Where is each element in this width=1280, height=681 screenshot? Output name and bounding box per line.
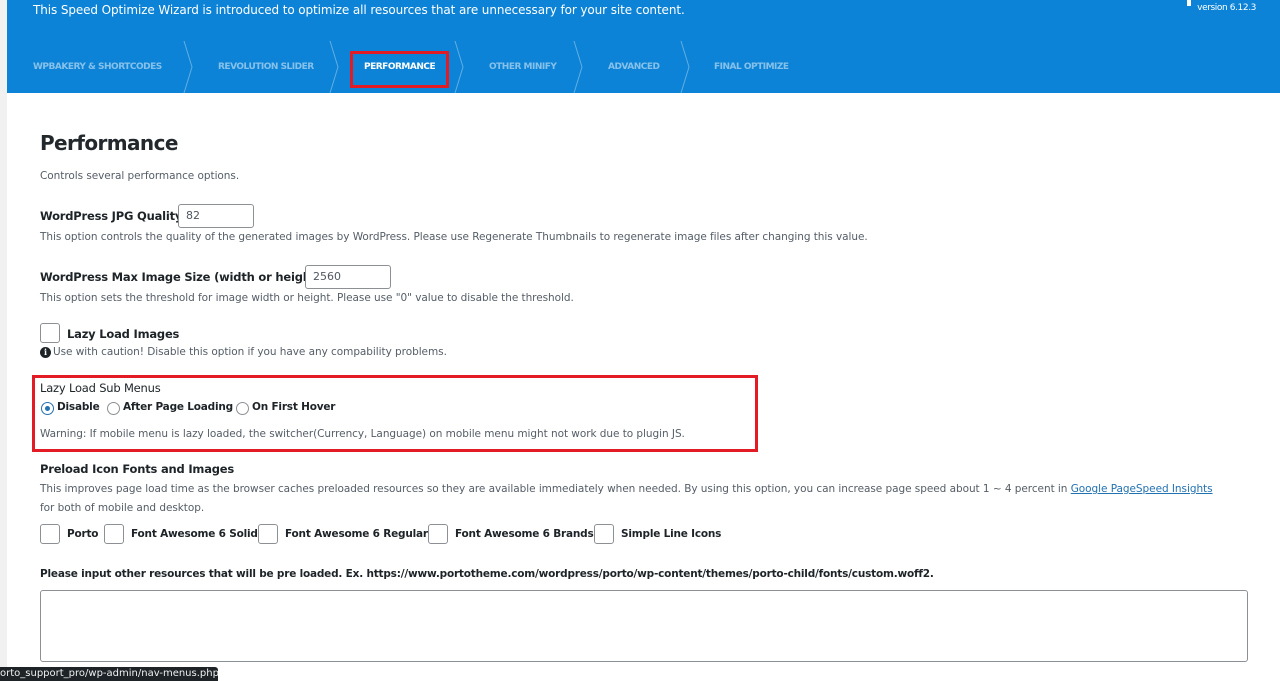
browser-status-url: orto_support_pro/wp-admin/nav-menus.php <box>0 667 218 681</box>
preload-fa-brands-label: Font Awesome 6 Brands <box>455 528 594 540</box>
preload-label: Preload Icon Fonts and Images <box>40 462 235 476</box>
lazy-load-images-help: Use with caution! Disable this option if… <box>53 346 447 358</box>
wizard-page: This Speed Optimize Wizard is introduced… <box>7 0 1280 681</box>
lazy-load-images-label: Lazy Load Images <box>67 327 180 341</box>
jpg-quality-input[interactable]: 82 <box>178 204 254 228</box>
tab-separator-icon <box>573 41 583 93</box>
preload-fa-solid-checkbox[interactable] <box>104 524 124 544</box>
lazy-load-submenus-highlight <box>32 375 758 452</box>
wizard-tabs: WPBAKERY & SHORTCODES REVOLUTION SLIDER … <box>7 41 1280 93</box>
version-label: version 6.12.3 <box>1197 3 1256 13</box>
preload-help-line2: for both of mobile and desktop. <box>40 502 205 514</box>
page-subtitle: Controls several performance options. <box>40 170 240 182</box>
tab-separator-icon <box>183 41 193 93</box>
wizard-header: This Speed Optimize Wizard is introduced… <box>7 0 1280 93</box>
preload-fa-brands-checkbox[interactable] <box>428 524 448 544</box>
wizard-intro-text: This Speed Optimize Wizard is introduced… <box>33 3 685 17</box>
max-image-size-input[interactable]: 2560 <box>305 265 391 289</box>
max-image-size-help: This option sets the threshold for image… <box>40 292 574 304</box>
tab-revolution-slider[interactable]: REVOLUTION SLIDER <box>218 41 314 93</box>
tab-advanced[interactable]: ADVANCED <box>608 41 660 93</box>
preload-fa-regular-label: Font Awesome 6 Regular <box>285 528 428 540</box>
pagespeed-insights-link[interactable]: Google PageSpeed Insights <box>1071 483 1213 495</box>
version-marker-icon <box>1187 0 1191 6</box>
preload-porto-checkbox[interactable] <box>40 524 60 544</box>
lazy-load-images-checkbox[interactable] <box>40 323 60 343</box>
preload-simple-line-icons-label: Simple Line Icons <box>621 528 722 540</box>
preload-fa-regular-checkbox[interactable] <box>258 524 278 544</box>
page-title: Performance <box>40 131 178 155</box>
preload-porto-label: Porto <box>67 528 99 540</box>
preload-simple-line-icons-checkbox[interactable] <box>594 524 614 544</box>
info-icon: i <box>40 347 51 358</box>
preload-fa-solid-label: Font Awesome 6 Solid <box>131 528 258 540</box>
tab-final-optimize[interactable]: FINAL OPTIMIZE <box>714 41 789 93</box>
max-image-size-label: WordPress Max Image Size (width or heigh… <box>40 270 322 284</box>
tab-separator-icon <box>329 41 339 93</box>
tab-other-minify[interactable]: OTHER MINIFY <box>489 41 557 93</box>
jpg-quality-label: WordPress JPG Quality <box>40 209 183 223</box>
jpg-quality-help: This option controls the quality of the … <box>40 231 868 243</box>
tab-separator-icon <box>680 41 690 93</box>
tab-wpbakery-shortcodes[interactable]: WPBAKERY & SHORTCODES <box>33 41 162 93</box>
preload-other-textarea[interactable] <box>40 590 1248 662</box>
preload-other-label: Please input other resources that will b… <box>40 568 934 580</box>
active-tab-highlight <box>350 51 449 88</box>
preload-help-line1: This improves page load time as the brow… <box>40 483 1213 495</box>
tab-separator-icon <box>454 41 464 93</box>
